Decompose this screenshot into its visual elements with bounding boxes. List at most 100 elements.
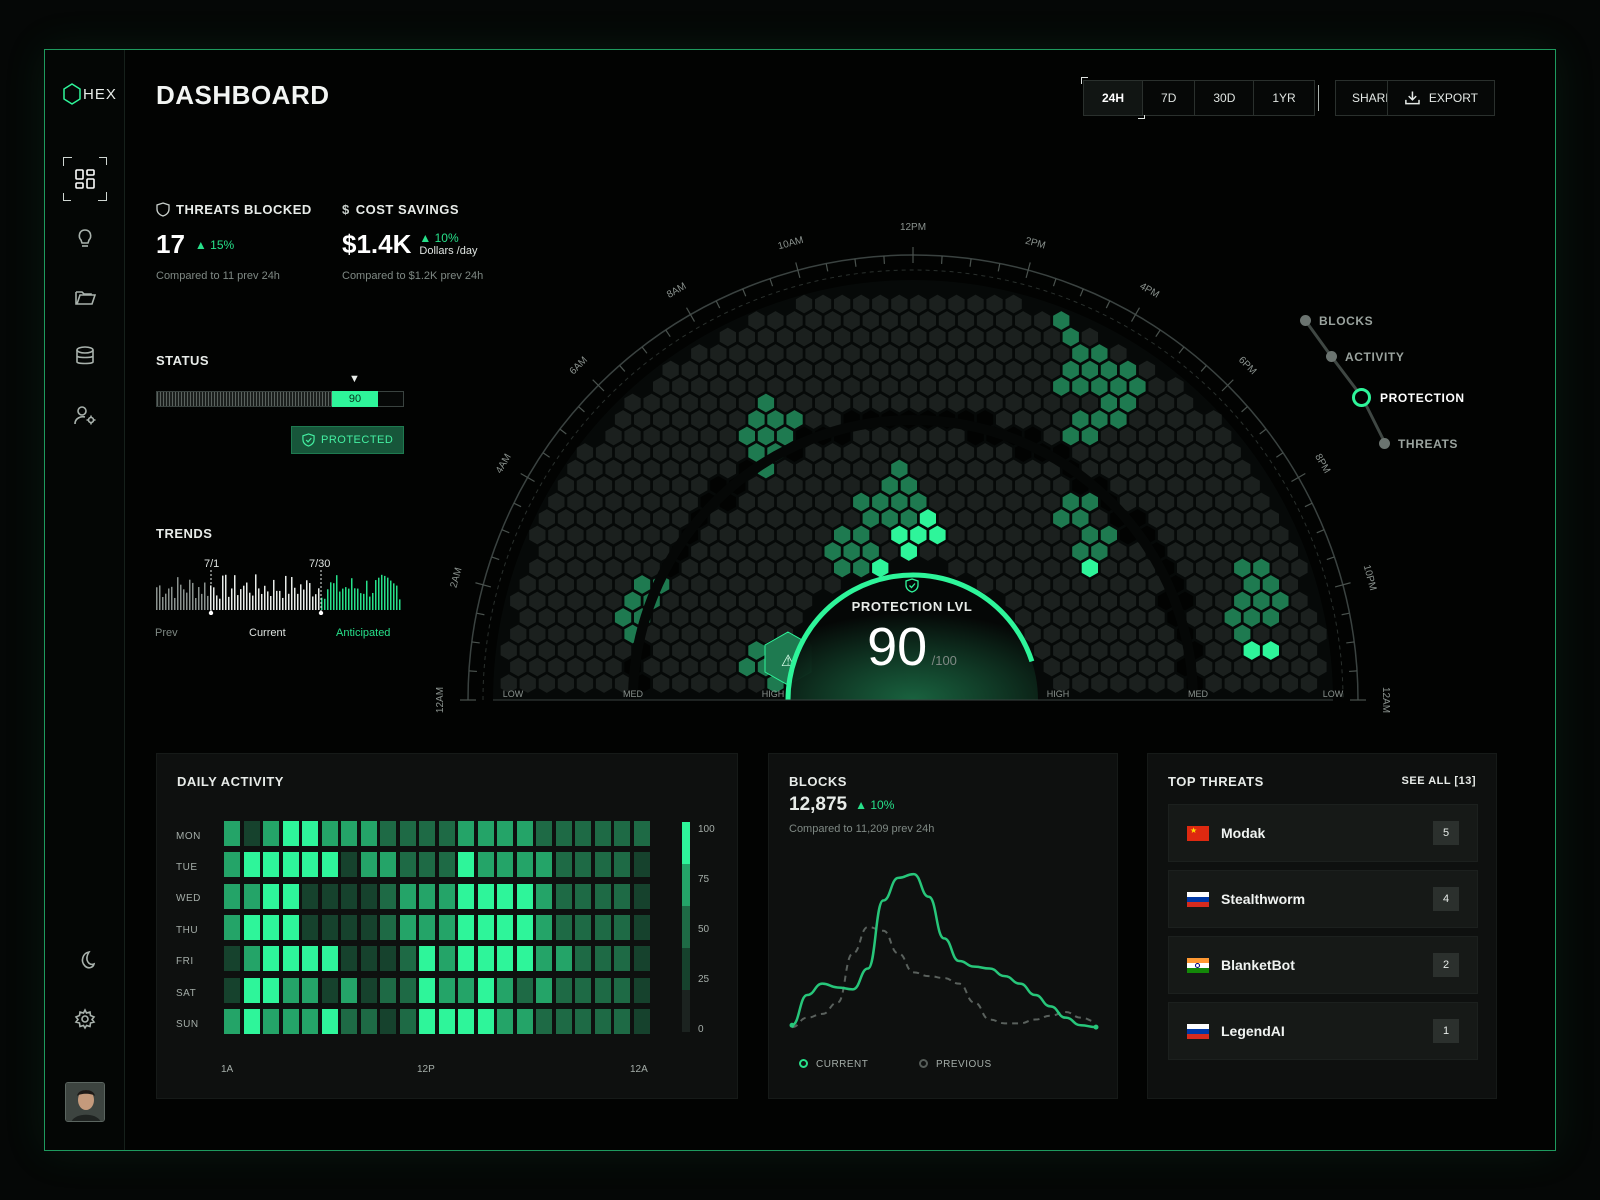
theme-toggle-button[interactable] (63, 938, 107, 982)
heatmap-cell (224, 883, 240, 909)
heatmap-cell (302, 852, 318, 878)
trends-marker-2: 7/30 (309, 558, 331, 570)
kpi-threats-blocked: THREATS BLOCKED 17 ▲ 15% Compared to 11 … (156, 202, 312, 282)
trend-bar (345, 587, 347, 610)
layer-dot-blocks[interactable] (1300, 315, 1311, 326)
heatmap-cell (536, 821, 552, 846)
gauge-title: PROTECTION LVL (851, 599, 973, 614)
radar-tick (1178, 346, 1185, 354)
heatmap-cell (224, 852, 240, 878)
layer-protection[interactable]: PROTECTION (1380, 391, 1465, 405)
radar-tick (742, 288, 747, 297)
heatmap-cell (419, 852, 435, 878)
x-label-12p: 12P (417, 1064, 435, 1075)
heatmap-cell (614, 946, 630, 972)
layer-dot-protection[interactable] (1352, 388, 1371, 407)
layer-activity[interactable]: ACTIVITY (1345, 350, 1404, 364)
x-label-12a: 12A (630, 1064, 648, 1075)
header-divider (1318, 85, 1319, 111)
logo[interactable]: HEX (63, 82, 117, 106)
heatmap-cell (458, 852, 474, 878)
radar-tick (1349, 670, 1358, 673)
range-24h-button[interactable]: 24H (1080, 77, 1146, 119)
trend-bar (234, 575, 236, 610)
threat-row[interactable]: Stealthworm 4 (1168, 870, 1478, 928)
trends-legend-anticipated: Anticipated (336, 627, 391, 639)
trend-bar (393, 583, 395, 610)
heatmap-cell (438, 914, 455, 940)
heatmap-cell (302, 821, 318, 846)
day-label-mon: MON (176, 831, 201, 842)
trend-bar (222, 575, 224, 610)
heatmap-cell (614, 883, 630, 909)
heatmap-cell (555, 883, 572, 909)
heatmap-cell (575, 914, 591, 940)
heatmap-cell (282, 883, 299, 909)
avatar[interactable] (65, 1082, 105, 1122)
trend-bar (204, 582, 206, 610)
trend-marker-dot (318, 610, 324, 615)
radar-tick (559, 428, 567, 435)
trend-bar (156, 587, 158, 610)
trend-bar (213, 587, 215, 610)
heatmap-cell (516, 977, 533, 1003)
export-button[interactable]: EXPORT (1387, 80, 1495, 116)
settings-button[interactable] (63, 997, 107, 1041)
trend-marker-dot (208, 610, 214, 615)
range-7d-button[interactable]: 7D (1143, 81, 1196, 115)
layer-dot-activity[interactable] (1326, 351, 1337, 362)
heatmap-cell (614, 821, 630, 846)
range-1yr-button[interactable]: 1YR (1254, 81, 1314, 115)
heatmap-cell (633, 977, 650, 1003)
see-all-link[interactable]: SEE ALL [13] (1402, 775, 1476, 787)
heatmap-cell (497, 914, 513, 940)
blocks-delta: ▲ 10% (855, 798, 895, 812)
sidebar-item-users[interactable] (63, 393, 107, 437)
heatmap-cell (438, 883, 455, 909)
radar-tick (1326, 556, 1335, 561)
heatmap-cell (263, 883, 279, 909)
radar-time-label: 8AM (665, 281, 688, 301)
sidebar-item-files[interactable] (63, 275, 107, 319)
trend-bar (336, 575, 338, 610)
heatmap-cell (594, 1008, 611, 1034)
heatmap-cell (243, 977, 260, 1003)
radar-time-label: 2AM (449, 566, 465, 589)
day-label-thu: THU (176, 925, 199, 936)
blocks-value: 12,875 (789, 794, 848, 815)
range-30d-button[interactable]: 30D (1195, 81, 1255, 115)
threat-row[interactable]: BlanketBot 2 (1168, 936, 1478, 994)
radar-time-label: 10PM (1361, 564, 1378, 592)
layer-dot-threats[interactable] (1379, 438, 1390, 449)
radar-tick (501, 529, 510, 534)
heatmap-cell (419, 914, 435, 940)
heatmap-cell (224, 821, 240, 846)
layer-threats[interactable]: THREATS (1398, 437, 1458, 451)
heatmap-cell (536, 852, 552, 878)
layer-blocks[interactable]: BLOCKS (1319, 314, 1373, 328)
heatmap-cell (399, 946, 416, 972)
trend-bar (294, 587, 296, 610)
sidebar-item-dashboard[interactable] (63, 157, 107, 201)
sidebar-item-ideas[interactable] (63, 216, 107, 260)
scale-50: 50 (698, 924, 710, 935)
heatmap-cell (633, 914, 650, 940)
threat-row[interactable]: LegendAI 1 (1168, 1002, 1478, 1060)
heatmap-cell (282, 946, 299, 972)
avatar-image (66, 1083, 104, 1121)
heatmap-cell (458, 977, 474, 1003)
threat-row[interactable]: ★ Modak 5 (1168, 804, 1478, 862)
heatmap-cell (477, 821, 494, 846)
heatmap-cell (438, 977, 455, 1003)
logo-text: HEX (83, 85, 117, 103)
heatmap-cell (263, 852, 279, 878)
radar-time-label: 6AM (568, 355, 590, 377)
heatmap-cell (243, 883, 260, 909)
lightbulb-icon (78, 229, 92, 247)
trend-bar (285, 575, 287, 610)
sidebar-item-database[interactable] (63, 334, 107, 378)
radar-level-label: MED (623, 689, 644, 699)
heatmap-cell (380, 914, 396, 940)
heatmap-cell (575, 821, 591, 846)
series-previous-line (791, 925, 1097, 1029)
